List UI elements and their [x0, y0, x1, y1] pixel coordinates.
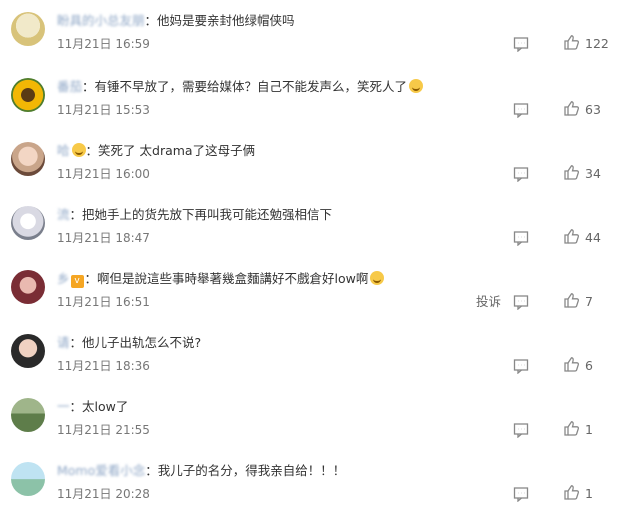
comment-line: 盼具的小总友朋：他妈是要亲封他绿帽侠吗 [57, 13, 295, 28]
comment-item: 流：把她手上的货先放下再叫我可能还勉强相信下 11月21日 18:47 44 [0, 194, 618, 258]
username-link[interactable]: 一 [57, 399, 70, 414]
timestamp: 11月21日 18:36 [57, 359, 150, 373]
comment-line: 一：太low了 [57, 399, 129, 414]
avatar[interactable] [11, 142, 45, 176]
avatar[interactable] [11, 12, 45, 46]
like-count: 34 [585, 166, 601, 181]
timestamp: 11月21日 15:53 [57, 103, 150, 117]
thumbs-up-icon[interactable] [563, 34, 580, 51]
timestamp: 11月21日 20:28 [57, 487, 150, 501]
comment-icon[interactable] [513, 358, 529, 374]
comment-text: 他儿子出轨怎么不说? [82, 335, 202, 350]
thumbs-up-icon[interactable] [563, 356, 580, 373]
avatar[interactable] [11, 462, 45, 496]
laughing-emoji-icon [71, 143, 86, 157]
comment-item: 哈：笑死了 太drama了这母子俩 11月21日 16:00 34 [0, 130, 618, 194]
timestamp: 11月21日 21:55 [57, 423, 150, 437]
comment-icon[interactable] [513, 36, 529, 52]
thumbs-up-icon[interactable] [563, 228, 580, 245]
like-count: 122 [585, 36, 609, 51]
vip-badge-icon: v [70, 275, 84, 288]
comment-item: 一：太low了 11月21日 21:55 1 [0, 386, 618, 450]
comment-line: Momo爱看小念：我儿子的名分，得我亲自给！！！ [57, 463, 346, 478]
like-count: 1 [585, 422, 593, 437]
timestamp: 11月21日 16:51 [57, 295, 150, 309]
timestamp: 11月21日 16:59 [57, 37, 150, 51]
comment-icon[interactable] [513, 294, 529, 310]
comment-item: 乡 v ：啊但是說這些事時舉著幾盒麵講好不戲倉好low啊 11月21日 16:51 … [0, 258, 618, 322]
comment-line: 番茄：有锤不早放了，需要给媒体？自己不能发声么，笑死人了 [57, 78, 424, 96]
comment-item: 请：他儿子出轨怎么不说? 11月21日 18:36 6 [0, 322, 618, 386]
like-count: 44 [585, 230, 601, 245]
timestamp: 11月21日 18:47 [57, 231, 150, 245]
comment-icon[interactable] [513, 166, 529, 182]
like-count: 63 [585, 102, 601, 117]
comment-text: 他妈是要亲封他绿帽侠吗 [157, 13, 295, 28]
username-link[interactable]: 流 [57, 207, 70, 222]
comment-icon[interactable] [513, 230, 529, 246]
like-count: 7 [585, 294, 593, 309]
thumbs-up-icon[interactable] [563, 420, 580, 437]
avatar[interactable] [11, 206, 45, 240]
laughing-emoji-icon [370, 271, 385, 285]
thumbs-up-icon[interactable] [563, 292, 580, 309]
username-link[interactable]: 乡 [57, 271, 70, 286]
comment-item: 番茄：有锤不早放了，需要给媒体？自己不能发声么，笑死人了 11月21日 15:5… [0, 66, 618, 130]
avatar[interactable] [11, 398, 45, 432]
comment-line: 哈：笑死了 太drama了这母子俩 [57, 143, 256, 158]
comment-line: 请：他儿子出轨怎么不说? [57, 335, 202, 350]
comment-text: 啊但是說這些事時舉著幾盒麵講好不戲倉好low啊 [97, 271, 369, 286]
comment-icon[interactable] [513, 422, 529, 438]
like-count: 6 [585, 358, 593, 373]
username-link[interactable]: 哈 [57, 143, 70, 158]
laughing-emoji-icon [409, 79, 424, 93]
comment-line: 流：把她手上的货先放下再叫我可能还勉强相信下 [57, 207, 333, 222]
report-button[interactable]: 投诉 [476, 291, 501, 310]
comment-item: 盼具的小总友朋：他妈是要亲封他绿帽侠吗 11月21日 16:59 122 [0, 0, 618, 64]
thumbs-up-icon[interactable] [563, 164, 580, 181]
username-link[interactable]: 盼具的小总友朋 [57, 13, 145, 28]
comment-item: Momo爱看小念：我儿子的名分，得我亲自给！！！ 11月21日 20:28 1 [0, 450, 618, 514]
comment-text: 笑死了 太drama了这母子俩 [98, 143, 256, 158]
avatar[interactable] [11, 270, 45, 304]
thumbs-up-icon[interactable] [563, 484, 580, 501]
username-link[interactable]: Momo爱看小念 [57, 463, 145, 478]
timestamp: 11月21日 16:00 [57, 167, 150, 181]
avatar[interactable] [11, 78, 45, 112]
avatar[interactable] [11, 334, 45, 368]
comment-icon[interactable] [513, 486, 529, 502]
comment-line: 乡 v ：啊但是說這些事時舉著幾盒麵講好不戲倉好low啊 [57, 270, 385, 288]
comment-text: 我儿子的名分，得我亲自给！！！ [157, 463, 346, 478]
comment-text: 把她手上的货先放下再叫我可能还勉强相信下 [82, 207, 333, 222]
comment-text: 太low了 [82, 399, 129, 414]
username-link[interactable]: 请 [57, 335, 70, 350]
comment-text: 有锤不早放了，需要给媒体？自己不能发声么，笑死人了 [94, 79, 408, 94]
comment-icon[interactable] [513, 102, 529, 118]
username-link[interactable]: 番茄 [57, 79, 82, 94]
like-count: 1 [585, 486, 593, 501]
thumbs-up-icon[interactable] [563, 100, 580, 117]
